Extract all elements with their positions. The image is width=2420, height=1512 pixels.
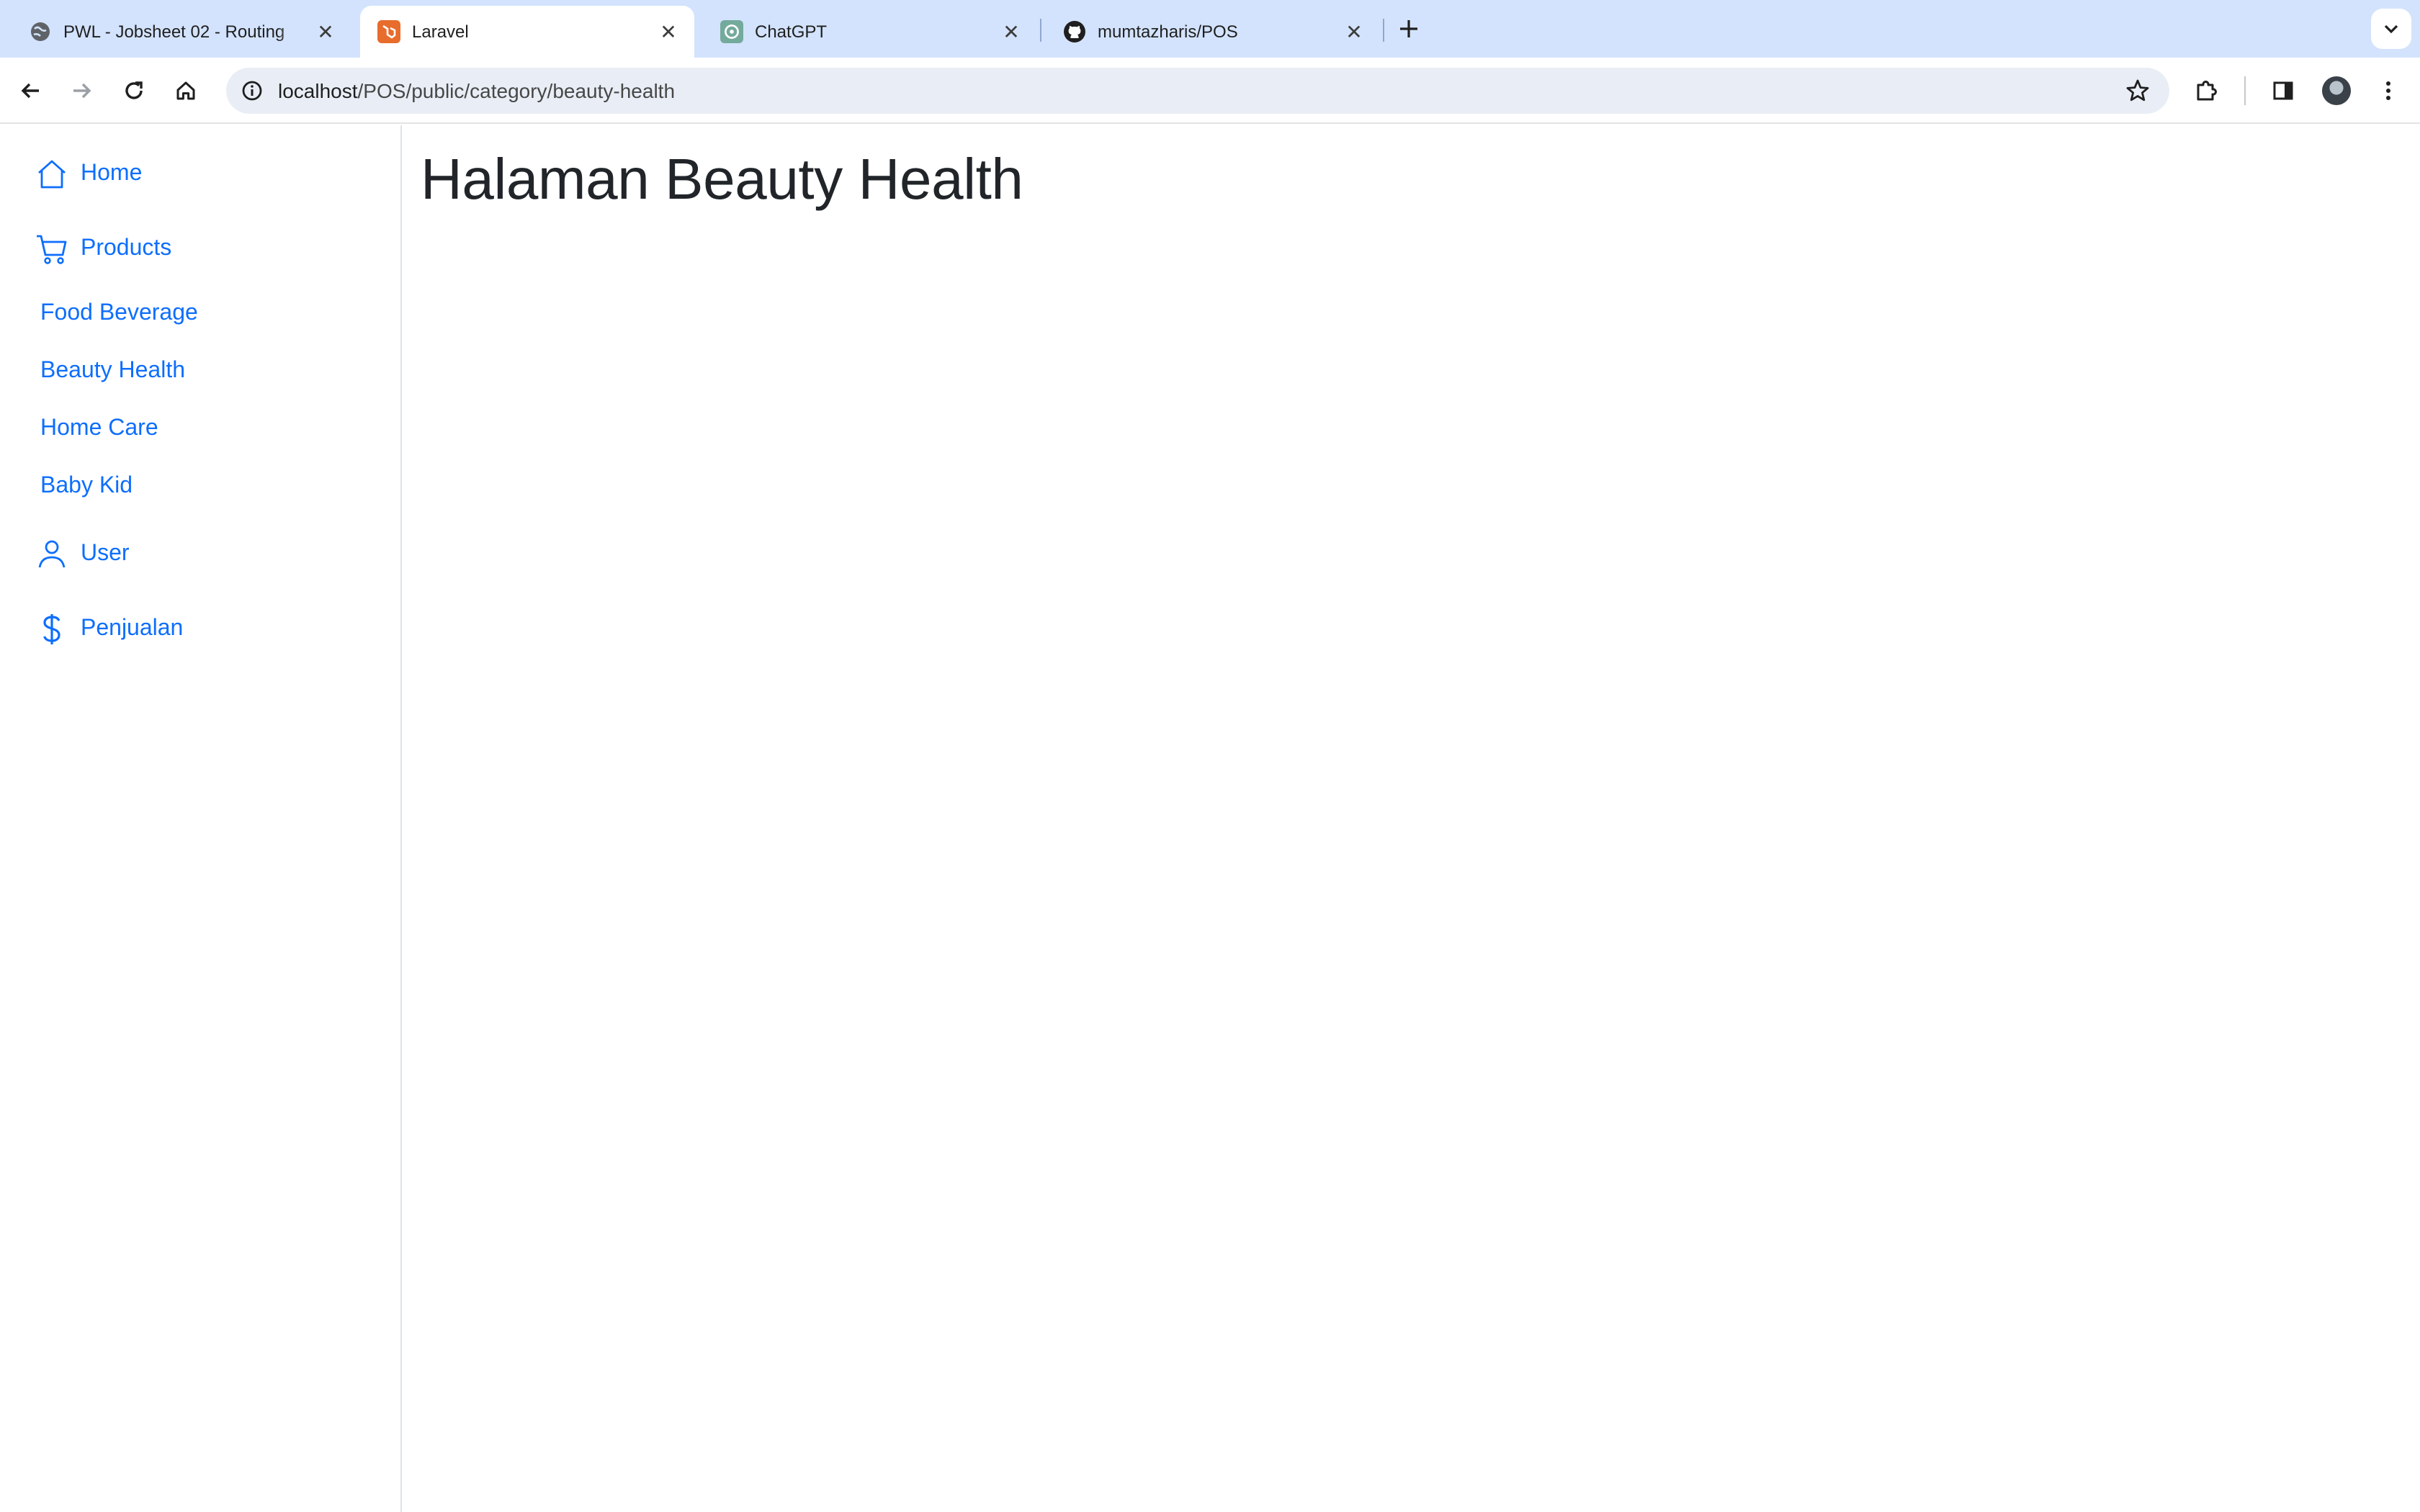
page-title: Halaman Beauty Health <box>421 148 1023 212</box>
sidebar-item-home-care[interactable]: Home Care <box>40 416 158 442</box>
menu-button[interactable] <box>2367 69 2410 112</box>
close-icon[interactable]: ✕ <box>314 19 337 43</box>
sidebar: Home Products Food Beverage Beauty Healt… <box>0 125 402 1512</box>
tab-title: ChatGPT <box>755 22 828 42</box>
puzzle-icon <box>2197 81 2217 101</box>
plus-icon <box>1400 20 1417 37</box>
arrow-left-icon <box>21 83 39 99</box>
chevron-down-icon <box>2384 24 2398 34</box>
sidebar-item-penjualan[interactable]: Penjualan <box>35 612 183 647</box>
arrow-right-icon <box>73 83 91 99</box>
tab-laravel[interactable]: Laravel ✕ <box>360 6 694 58</box>
sidebar-item-products[interactable]: Products <box>35 232 171 266</box>
close-icon[interactable]: ✕ <box>657 19 680 43</box>
url-host: localhost <box>278 79 358 102</box>
sidebar-item-food-beverage[interactable]: Food Beverage <box>40 301 198 327</box>
tab-separator <box>1383 19 1384 42</box>
page-content: Home Products Food Beverage Beauty Healt… <box>0 125 2420 1512</box>
close-icon[interactable]: ✕ <box>1343 19 1366 43</box>
reload-button[interactable] <box>112 69 156 112</box>
url-text: localhost/POS/public/category/beauty-hea… <box>278 79 675 102</box>
url-path: /POS/public/category/beauty-health <box>357 79 676 102</box>
person-icon <box>35 537 69 572</box>
extensions-button[interactable] <box>2185 69 2228 112</box>
tab-chatgpt[interactable]: ChatGPT ✕ <box>703 6 1037 58</box>
tab-pwl-jobsheet[interactable]: PWL - Jobsheet 02 - Routing ✕ <box>12 6 351 58</box>
site-info-icon[interactable] <box>229 68 275 114</box>
sidebar-item-label: Penjualan <box>81 616 184 641</box>
new-tab-button[interactable] <box>1393 13 1425 45</box>
sidebar-item-home[interactable]: Home <box>35 157 142 192</box>
home-icon <box>176 81 195 100</box>
sidebar-item-label: Products <box>81 236 172 261</box>
tab-separator <box>1040 19 1041 42</box>
sidebar-item-beauty-health[interactable]: Beauty Health <box>40 359 185 384</box>
tab-title: Laravel <box>412 22 469 42</box>
tab-search-button[interactable] <box>2371 9 2411 49</box>
reload-icon <box>125 81 143 99</box>
forward-button[interactable] <box>60 69 104 112</box>
tab-github-pos[interactable]: mumtazharis/POS ✕ <box>1046 6 1380 58</box>
tab-title: mumtazharis/POS <box>1098 22 1238 42</box>
address-bar[interactable]: localhost/POS/public/category/beauty-hea… <box>226 68 2169 114</box>
toolbar-divider <box>2244 76 2246 105</box>
back-button[interactable] <box>9 69 52 112</box>
close-icon[interactable]: ✕ <box>1000 19 1023 43</box>
chatgpt-icon <box>720 20 743 43</box>
browser-toolbar: localhost/POS/public/category/beauty-hea… <box>0 58 2420 124</box>
github-icon <box>1063 20 1086 43</box>
side-panel-icon <box>2273 81 2293 100</box>
cart-icon <box>35 232 69 266</box>
tab-strip: PWL - Jobsheet 02 - Routing ✕ Laravel ✕ … <box>0 0 2420 58</box>
side-panel-button[interactable] <box>2262 69 2305 112</box>
profile-avatar[interactable] <box>2322 76 2351 105</box>
house-icon <box>35 157 69 192</box>
sidebar-item-baby-kid[interactable]: Baby Kid <box>40 474 133 500</box>
globe-icon <box>29 20 52 43</box>
dollar-icon <box>35 612 69 647</box>
sidebar-item-label: Home <box>81 161 143 186</box>
more-vert-icon <box>2386 81 2390 100</box>
bookmark-star-icon[interactable] <box>2123 76 2152 105</box>
sidebar-item-user[interactable]: User <box>35 537 130 572</box>
tab-title: PWL - Jobsheet 02 - Routing <box>63 22 285 42</box>
home-button[interactable] <box>164 69 207 112</box>
laravel-icon <box>377 20 400 43</box>
sidebar-item-label: User <box>81 541 130 566</box>
